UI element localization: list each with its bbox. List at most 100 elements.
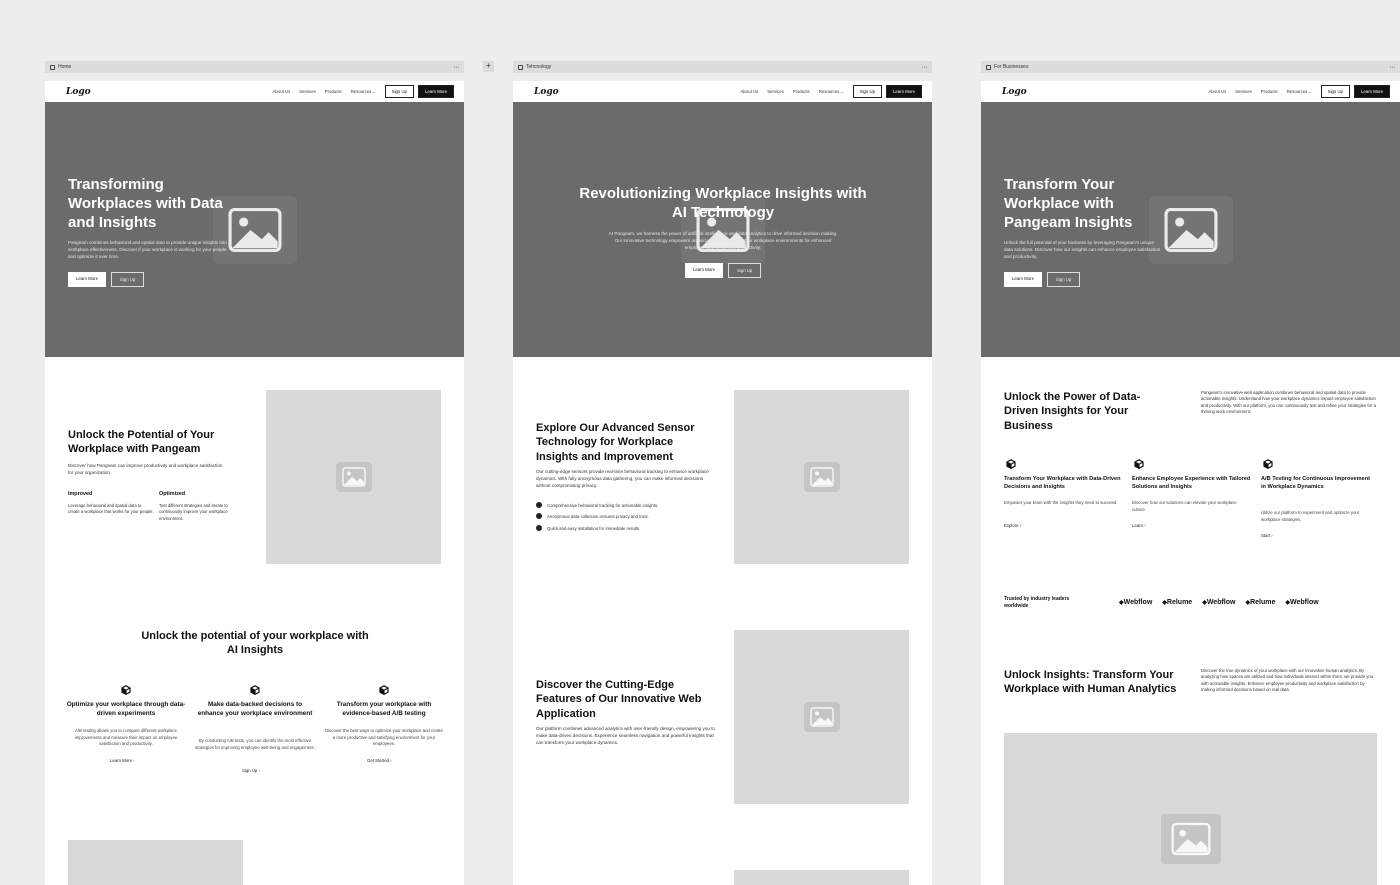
feature-title: A/B Testing for Continuous Improvement i… (1261, 476, 1370, 490)
section-title: Explore Our Advanced Sensor Technology f… (536, 422, 695, 463)
section-body: Our platform combines advanced analytics… (536, 726, 715, 745)
nav-products[interactable]: Products (793, 89, 810, 94)
feature-body: A/B testing allows you to compare differ… (74, 728, 178, 747)
section-body: Discover how Pangeam can improve product… (68, 463, 223, 475)
section-title: Unlock the Potential of Your Workplace w… (68, 429, 215, 456)
nav-resources[interactable]: Resources (1287, 89, 1312, 94)
image-placeholder (734, 390, 909, 564)
frame-tab-title: Tehcnology (526, 64, 552, 70)
add-frame-button[interactable]: + (483, 61, 494, 72)
hero-signup-button[interactable]: Sign Up (1046, 272, 1081, 287)
partner-logos: Webflow Relume Webflow Relume Webflow (1119, 599, 1319, 606)
feature-link[interactable]: Learn (1132, 523, 1146, 528)
more-options-icon[interactable]: ··· (922, 64, 928, 71)
frame-tab-home[interactable]: Home ··· (45, 61, 464, 73)
logo[interactable]: Logo (534, 87, 559, 97)
cube-icon (1263, 456, 1273, 466)
hero-signup-button[interactable]: Sign Up (727, 263, 762, 278)
bullet-item: Comprehensive behavioral tracking for ac… (536, 502, 658, 508)
more-options-icon[interactable]: ··· (454, 64, 460, 71)
nav-services[interactable]: Services (299, 89, 315, 94)
page-icon (986, 64, 991, 70)
cube-icon (250, 682, 260, 692)
section-title: Unlock the Power of Data-Driven Insights… (1004, 391, 1141, 432)
logo[interactable]: Logo (1002, 87, 1027, 97)
nav-resources[interactable]: Resources (819, 89, 844, 94)
hero-title: Revolutionizing Workplace Insights with … (579, 185, 867, 222)
nav-signup-button[interactable]: Sign Up (852, 85, 883, 98)
navbar: Logo About Us Services Products Resource… (45, 81, 464, 102)
nav-signup-button[interactable]: Sign Up (1320, 85, 1351, 98)
feature-title: Transform your workplace with evidence-b… (336, 701, 432, 717)
nav-about-us[interactable]: About Us (1209, 89, 1227, 94)
more-options-icon[interactable]: ··· (1390, 64, 1396, 71)
frame-tab-for-businesses[interactable]: For Businesses ··· (981, 61, 1400, 73)
bullet-icon (536, 525, 542, 531)
bullet-icon (536, 502, 542, 508)
nav-services[interactable]: Services (1235, 89, 1251, 94)
section-body: Discover the true dynamics of your workp… (1201, 668, 1374, 693)
feature-title: Make data-backed decisions to enhance yo… (197, 701, 313, 717)
image-icon (803, 702, 840, 732)
nav-about-us[interactable]: About Us (273, 89, 291, 94)
page-icon (50, 64, 55, 70)
feature-title: Optimize your workplace through data-dri… (66, 701, 186, 717)
nav-learn-more-button[interactable]: Learn More (1354, 85, 1390, 98)
section-title: Discover the Cutting-Edge Features of Ou… (536, 679, 702, 720)
hero-section: Transform Your Workplace with Pangeam In… (981, 102, 1400, 357)
frame-technology: Tehcnology ··· Logo About Us Services Pr… (513, 61, 932, 885)
nav-about-us[interactable]: About Us (741, 89, 759, 94)
hero-body: Pangeam combines behavioral and spatial … (68, 240, 227, 260)
column-title-improved: Improved (68, 491, 93, 497)
webflow-logo: Webflow (1285, 599, 1319, 606)
hero-title: Transform Your Workplace with Pangeam In… (1004, 176, 1133, 232)
feature-link[interactable]: Get Started (367, 758, 392, 763)
page-canvas: Logo About Us Services Products Resource… (513, 81, 932, 885)
nav-services[interactable]: Services (767, 89, 783, 94)
cube-icon (1134, 456, 1144, 466)
navbar: Logo About Us Services Products Resource… (981, 81, 1400, 102)
features-title: Unlock the potential of your workplace w… (141, 630, 369, 657)
column-body-improved: Leverage behavioral and spatial data to … (68, 503, 154, 515)
image-icon (335, 462, 372, 492)
feature-link[interactable]: Explore (1004, 523, 1021, 528)
feature-body: By conducting A/B tests, you can identif… (195, 738, 315, 750)
nav-resources[interactable]: Resources (351, 89, 376, 94)
section-body: Pangeam's innovative web application com… (1201, 390, 1376, 415)
feature-title: Transform Your Workplace with Data-Drive… (1004, 476, 1121, 490)
nav-products[interactable]: Products (325, 89, 342, 94)
frame-tab-title: Home (58, 64, 72, 70)
feature-link[interactable]: Sign Up (242, 768, 260, 773)
image-placeholder (68, 840, 243, 885)
frame-for-businesses: For Businesses ··· Logo About Us Service… (981, 61, 1400, 885)
frame-tab-technology[interactable]: Tehcnology ··· (513, 61, 932, 73)
hero-learn-more-button[interactable]: Learn More (685, 263, 723, 278)
logo[interactable]: Logo (66, 87, 91, 97)
page-icon (518, 64, 523, 70)
feature-link[interactable]: Start (1261, 533, 1273, 538)
bullet-item: Anonymous data collection ensures privac… (536, 513, 649, 519)
cube-icon (1006, 456, 1016, 466)
cube-icon (121, 682, 131, 692)
hero-learn-more-button[interactable]: Learn More (1004, 272, 1042, 287)
page-canvas: Logo About Us Services Products Resource… (981, 81, 1400, 885)
navbar: Logo About Us Services Products Resource… (513, 81, 932, 102)
feature-body: Discover the best ways to optimize your … (325, 728, 443, 747)
hero-section: Transforming Workplaces with Data and In… (45, 102, 464, 357)
hero-body: At Pangeam, we harness the power of arti… (608, 231, 838, 251)
feature-link[interactable]: Learn More (110, 758, 135, 763)
feature-body: Utilize our platform to experiment and o… (1261, 510, 1360, 522)
nav-products[interactable]: Products (1261, 89, 1278, 94)
image-placeholder (734, 870, 909, 885)
hero-signup-button[interactable]: Sign Up (110, 272, 145, 287)
image-icon (803, 462, 840, 492)
column-title-optimized: Optimized (159, 491, 186, 497)
hero-body: Unlock the full potential of your busine… (1004, 240, 1161, 260)
webflow-logo: Webflow (1119, 599, 1153, 606)
nav-signup-button[interactable]: Sign Up (384, 85, 415, 98)
nav-learn-more-button[interactable]: Learn More (886, 85, 922, 98)
bullet-item: Quick and easy installation for immediat… (536, 525, 640, 531)
nav-learn-more-button[interactable]: Learn More (418, 85, 454, 98)
hero-learn-more-button[interactable]: Learn More (68, 272, 106, 287)
image-icon (1160, 814, 1221, 864)
